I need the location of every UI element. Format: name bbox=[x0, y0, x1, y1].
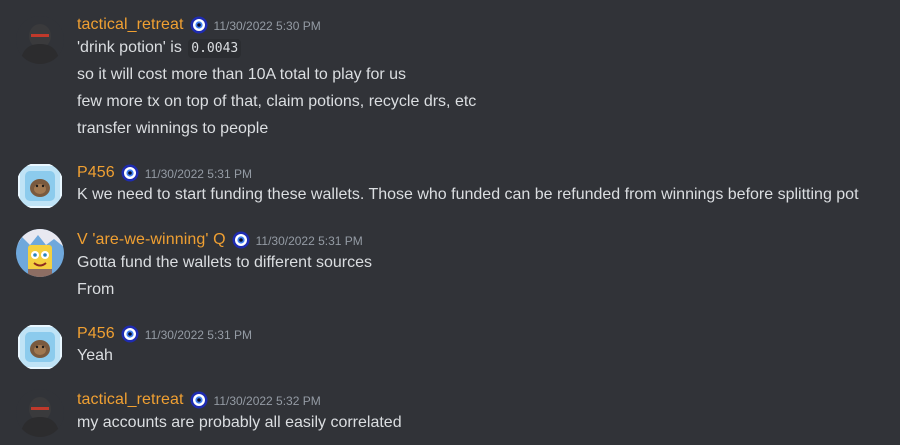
timestamp[interactable]: 11/30/2022 5:31 PM bbox=[256, 234, 363, 248]
timestamp[interactable]: 11/30/2022 5:32 PM bbox=[214, 394, 321, 408]
evil-eye-badge-icon[interactable] bbox=[190, 16, 208, 34]
avatar-p456[interactable] bbox=[16, 323, 64, 371]
avatar-v-are-we-winning-q[interactable] bbox=[16, 229, 64, 277]
evil-eye-badge-icon[interactable] bbox=[232, 231, 250, 249]
hooded-figure-avatar-icon bbox=[16, 16, 64, 64]
message-text: few more tx on top of that, claim potion… bbox=[77, 93, 477, 110]
message-text: 'drink potion' is 0.0043 bbox=[77, 37, 242, 60]
avatar-tactical-retreat[interactable] bbox=[16, 16, 64, 64]
ice-cube-avatar-icon bbox=[16, 323, 64, 371]
timestamp[interactable]: 11/30/2022 5:30 PM bbox=[214, 19, 321, 33]
message-header: tactical_retreat 11/30/2022 5:32 PM bbox=[77, 389, 321, 411]
username[interactable]: tactical_retreat bbox=[77, 391, 184, 409]
message-text: K we need to start funding these wallets… bbox=[77, 186, 859, 203]
message-header: P456 11/30/2022 5:31 PM bbox=[77, 323, 252, 345]
inline-code: 0.0043 bbox=[188, 39, 242, 58]
message-header: V 'are-we-winning' Q 11/30/2022 5:31 PM bbox=[77, 229, 363, 251]
evil-eye-badge-icon[interactable] bbox=[190, 391, 208, 409]
timestamp[interactable]: 11/30/2022 5:31 PM bbox=[145, 328, 252, 342]
message-header: P456 11/30/2022 5:31 PM bbox=[77, 162, 252, 184]
hooded-figure-avatar-icon bbox=[16, 389, 64, 437]
username[interactable]: P456 bbox=[77, 164, 115, 182]
message-text: transfer winnings to people bbox=[77, 120, 269, 137]
evil-eye-badge-icon[interactable] bbox=[121, 325, 139, 343]
username[interactable]: tactical_retreat bbox=[77, 16, 184, 34]
message-text: so it will cost more than 10A total to p… bbox=[77, 66, 407, 83]
message-list: tactical_retreat 11/30/2022 5:30 PM 'dri… bbox=[0, 0, 900, 445]
timestamp[interactable]: 11/30/2022 5:31 PM bbox=[145, 167, 252, 181]
message-header: tactical_retreat 11/30/2022 5:30 PM bbox=[77, 14, 321, 36]
avatar-tactical-retreat[interactable] bbox=[16, 389, 64, 437]
message-text: Yeah bbox=[77, 347, 113, 364]
evil-eye-badge-icon[interactable] bbox=[121, 164, 139, 182]
avatar-p456[interactable] bbox=[16, 162, 64, 210]
message-text: my accounts are probably all easily corr… bbox=[77, 414, 402, 431]
ice-cube-avatar-icon bbox=[16, 162, 64, 210]
message-text: Gotta fund the wallets to different sour… bbox=[77, 254, 372, 271]
username[interactable]: V 'are-we-winning' Q bbox=[77, 231, 226, 249]
username[interactable]: P456 bbox=[77, 325, 115, 343]
message-text: From bbox=[77, 281, 115, 298]
message-text-prefix: 'drink potion' is bbox=[77, 39, 182, 56]
cartoon-character-avatar-icon bbox=[16, 229, 64, 277]
